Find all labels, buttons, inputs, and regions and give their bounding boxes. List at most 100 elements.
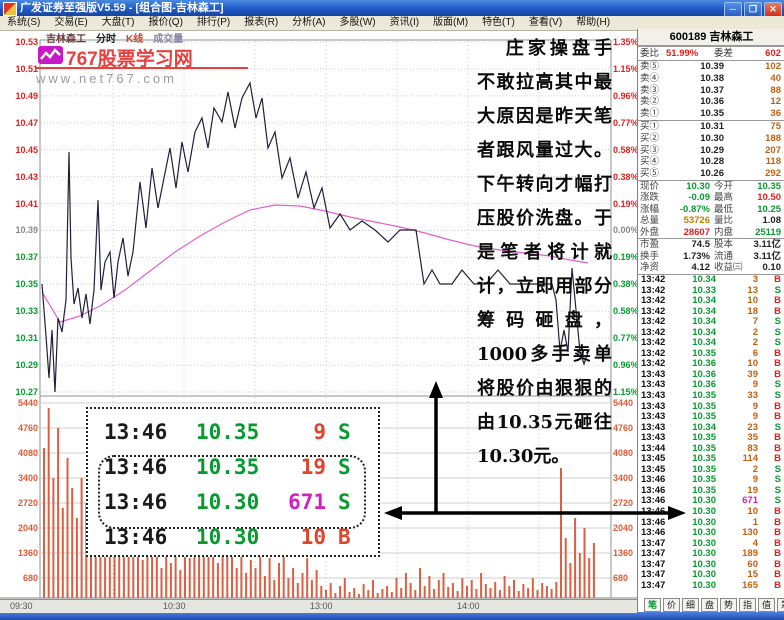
stat-value: 10.25: [757, 204, 781, 216]
stat-value: 28607: [666, 227, 710, 239]
trade-qty: 3: [720, 275, 758, 286]
volume-axis-label-left: 4760: [2, 424, 38, 433]
menu-item-1[interactable]: 交易(E): [47, 16, 94, 30]
stat-value: 10.50: [757, 192, 781, 204]
trade-time: 13:42: [641, 275, 665, 286]
callout-quantity: 10: [256, 520, 326, 554]
stat-value: 10.30: [666, 181, 710, 193]
trade-price: 10.35: [682, 391, 716, 402]
callout-side: S: [338, 415, 351, 449]
stat-row: 外盘28607内盘25119: [638, 227, 784, 240]
menu-item-9[interactable]: 版面(M): [426, 16, 475, 30]
stat-value: 3.11亿: [754, 251, 781, 263]
ask-row-label: 卖⑤: [640, 61, 659, 73]
chart-tab-2[interactable]: K线: [126, 34, 143, 45]
callout-quantity: 19: [256, 450, 326, 484]
stat-value: 1.08: [763, 215, 782, 227]
trade-side: B: [774, 507, 781, 518]
callout-price: 10.35: [196, 415, 259, 449]
stat-value: 3.11亿: [754, 239, 781, 251]
stat-value: 25119: [755, 227, 781, 239]
ask-row-qty: 88: [770, 85, 781, 97]
menu-item-6[interactable]: 分析(A): [285, 16, 332, 30]
bid-row: 买④10.28118: [638, 156, 784, 168]
volume-axis-label-left: 3400: [2, 474, 38, 483]
bid-row: 买②10.30188: [638, 133, 784, 145]
close-button[interactable]: ✕: [764, 2, 782, 17]
menu-item-2[interactable]: 大盘(T): [95, 16, 142, 30]
bid-row: 买③10.29207: [638, 145, 784, 157]
ask-row-label: 卖③: [640, 85, 659, 97]
stat-row: 涨跌-0.09最高10.50: [638, 192, 784, 204]
ask-row-qty: 102: [765, 61, 781, 73]
stat-label: 涨幅: [640, 204, 659, 216]
panel-tab-1[interactable]: 价: [663, 598, 680, 612]
time-axis-label: 13:00: [310, 601, 333, 611]
stat-value: 10.35: [757, 181, 781, 193]
bid-row-label: 买①: [640, 121, 659, 133]
bid-row-qty: 207: [765, 145, 781, 157]
callout-quantity: 671: [256, 485, 326, 519]
ask-row-price: 10.38: [680, 73, 724, 85]
stat-value: -0.87%: [666, 204, 710, 216]
stat-value: 0.10: [763, 262, 782, 274]
menu-item-12[interactable]: 帮助(H): [569, 16, 617, 30]
callout-row: 13:4610.30671S: [88, 485, 378, 519]
panel-tab-3[interactable]: 盘: [701, 598, 718, 612]
callout-side: S: [338, 450, 351, 484]
stat-value: -0.09: [666, 192, 710, 204]
chart-tab-1[interactable]: 分时: [96, 34, 116, 45]
chart-tab-3[interactable]: 成交量: [153, 34, 183, 45]
bid-row-price: 10.31: [680, 121, 724, 133]
ask-row: 卖②10.3612: [638, 96, 784, 108]
stat-label: 市盈: [640, 239, 659, 251]
trade-side: B: [774, 275, 781, 286]
bid-row-label: 买②: [640, 133, 659, 145]
ask-row: 卖⑤10.39102: [638, 60, 784, 73]
watermark-logo-icon: [38, 46, 63, 64]
price-axis-label: 10.47: [2, 119, 38, 128]
price-axis-label: 10.31: [2, 334, 38, 343]
panel-tab-0[interactable]: 笔: [644, 598, 661, 612]
stat-row: 现价10.30今开10.35: [638, 180, 784, 193]
callout-time: 13:46: [104, 520, 167, 554]
panel-tab-6[interactable]: 值: [758, 598, 775, 612]
volume-axis-label-left: 2040: [2, 524, 38, 533]
menu-item-8[interactable]: 资讯(I): [383, 16, 426, 30]
chart-tab-0[interactable]: 吉林森工: [46, 34, 86, 45]
trade-price: 10.34: [682, 275, 716, 286]
menu-item-10[interactable]: 特色(T): [475, 16, 522, 30]
menu-item-5[interactable]: 报表(R): [237, 16, 285, 30]
stat-value: 53726: [666, 215, 710, 227]
trade-qty: 10: [720, 507, 758, 518]
panel-tab-2[interactable]: 细: [682, 598, 699, 612]
chart-tab-bar: 吉林森工分时 K线成交量: [46, 30, 193, 45]
stat-label: 内盘: [714, 227, 733, 239]
stat-row: 总量53726量比1.08: [638, 215, 784, 227]
menu-item-7[interactable]: 多股(W): [333, 16, 383, 30]
ask-row-price: 10.36: [680, 96, 724, 108]
bid-row: 买①10.3175: [638, 120, 784, 133]
time-axis-label: 10:30: [163, 601, 186, 611]
panel-tab-5[interactable]: 指: [739, 598, 756, 612]
menu-item-11[interactable]: 查看(V): [522, 16, 569, 30]
panel-tab-4[interactable]: 势: [720, 598, 737, 612]
price-axis-label: 10.53: [2, 38, 38, 47]
callout-price: 10.30: [196, 520, 259, 554]
menu-item-0[interactable]: 系统(S): [0, 16, 47, 30]
stat-row: 涨幅-0.87%最低10.25: [638, 204, 784, 216]
restore-button[interactable]: ❐: [744, 2, 762, 17]
minimize-button[interactable]: ─: [724, 2, 742, 17]
app-icon: [3, 2, 17, 16]
price-axis-label: 10.51: [2, 65, 38, 74]
stat-label: 收益㈢: [714, 262, 743, 274]
title-bar[interactable]: 广发证券至强版V5.59 - [组合图-吉林森工] ─ ❐ ✕: [0, 0, 784, 16]
menu-item-4[interactable]: 排行(P): [190, 16, 237, 30]
menu-item-3[interactable]: 报价(Q): [141, 16, 189, 30]
weicha-label: 委差: [714, 47, 733, 60]
panel-tab-7[interactable]: 筹: [777, 598, 784, 612]
stat-row: 换手1.73%流通3.11亿: [638, 251, 784, 263]
quote-panel-body: 委比51.99%委差602卖⑤10.39102卖④10.3840卖③10.378…: [638, 46, 784, 591]
ask-row: 卖④10.3840: [638, 73, 784, 85]
price-axis-label: 10.45: [2, 146, 38, 155]
